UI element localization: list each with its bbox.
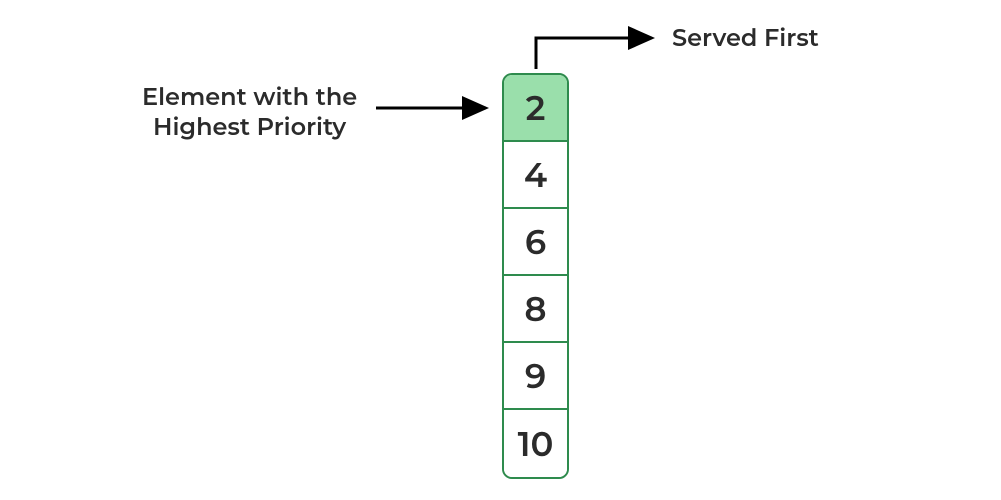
- label-left-line2: Highest Priority: [142, 113, 357, 143]
- arrow-left-icon: [376, 95, 506, 125]
- queue-cell: 10: [504, 410, 567, 477]
- queue-cell: 2: [504, 75, 567, 142]
- priority-queue: 2 4 6 8 9 10: [502, 73, 569, 479]
- queue-cell: 4: [504, 142, 567, 209]
- label-highest-priority: Element with the Highest Priority: [142, 83, 357, 143]
- label-left-line1: Element with the: [142, 83, 357, 113]
- arrow-up-right-icon: [530, 25, 680, 80]
- label-served-first: Served First: [672, 24, 819, 53]
- queue-cell: 6: [504, 209, 567, 276]
- queue-cell: 9: [504, 343, 567, 410]
- queue-cell: 8: [504, 276, 567, 343]
- diagram-container: Element with the Highest Priority Served…: [0, 0, 1001, 500]
